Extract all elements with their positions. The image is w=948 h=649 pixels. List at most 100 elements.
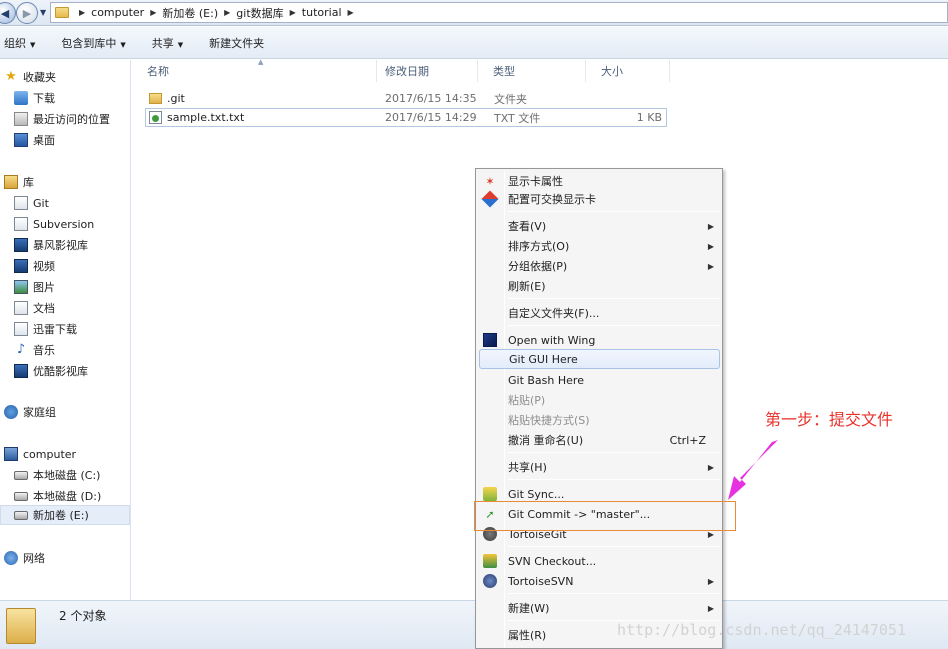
sidebar-item-music[interactable]: ♪ 音乐 xyxy=(14,340,55,360)
column-header-name[interactable]: 名称 ▲ xyxy=(132,58,377,82)
sidebar-item-label: 视频 xyxy=(33,260,55,273)
file-name: .git xyxy=(167,92,185,105)
sidebar-item-videos[interactable]: 视频 xyxy=(14,256,55,276)
sidebar-item-baofeng[interactable]: 暴风影视库 xyxy=(14,235,88,255)
document-icon xyxy=(14,301,28,315)
media-library-icon xyxy=(14,238,28,252)
menu-item-new[interactable]: 新建(W) ▶ xyxy=(479,598,720,618)
highlight-box xyxy=(474,501,736,531)
menu-item-label: 排序方式(O) xyxy=(508,240,570,253)
menu-item-label: 刷新(E) xyxy=(508,280,546,293)
sidebar-item-homegroup[interactable]: 家庭组 xyxy=(4,402,56,422)
sidebar-item-network[interactable]: 网络 xyxy=(4,548,45,568)
sidebar-item-pictures[interactable]: 图片 xyxy=(14,277,55,297)
include-in-library-button[interactable]: 包含到库中 ▼ xyxy=(61,35,125,51)
menu-item-label: 撤消 重命名(U) xyxy=(508,434,584,447)
chevron-right-icon[interactable]: ▶ xyxy=(150,8,156,17)
column-header-size[interactable]: 大小 xyxy=(586,60,670,82)
share-button[interactable]: 共享 ▼ xyxy=(152,35,183,51)
menu-separator xyxy=(508,325,720,326)
chevron-down-icon: ▼ xyxy=(30,40,36,49)
sidebar-item-drive-c[interactable]: 本地磁盘 (C:) xyxy=(14,465,100,485)
menu-item-open-with-wing[interactable]: Open with Wing xyxy=(479,330,720,350)
forward-arrow-icon[interactable]: ▶ xyxy=(16,2,38,24)
sidebar-item-desktop[interactable]: 桌面 xyxy=(14,130,55,150)
menu-item-sort-by[interactable]: 排序方式(O) ▶ xyxy=(479,236,720,256)
sidebar-item-xunlei[interactable]: 迅雷下载 xyxy=(14,319,77,339)
annotation-label: 第一步：提交文件 xyxy=(765,410,894,429)
menu-item-display-properties[interactable]: ✶ 显示卡属性 xyxy=(479,171,720,191)
sidebar-item-recent[interactable]: 最近访问的位置 xyxy=(14,109,110,129)
text-file-icon xyxy=(149,111,162,124)
new-folder-button[interactable]: 新建文件夹 xyxy=(209,35,264,51)
new-folder-label: 新建文件夹 xyxy=(209,36,265,50)
chevron-right-icon: ▶ xyxy=(707,603,714,613)
menu-separator xyxy=(508,211,720,212)
sidebar-item-youku[interactable]: 优酷影视库 xyxy=(14,361,88,381)
sidebar-item-drive-d[interactable]: 本地磁盘 (D:) xyxy=(14,486,101,506)
sidebar-item-label: 文档 xyxy=(33,302,55,315)
file-row-sample[interactable]: sample.txt.txt 2017/6/15 14:29 TXT 文件 1 … xyxy=(145,108,667,127)
chevron-down-icon: ▼ xyxy=(177,40,184,49)
back-arrow-icon[interactable]: ◀ xyxy=(0,2,16,24)
breadcrumb-computer[interactable]: computer xyxy=(91,6,144,19)
menu-item-share[interactable]: 共享(H) ▶ xyxy=(479,457,720,477)
column-header-date[interactable]: 修改日期 xyxy=(370,60,478,82)
chevron-down-icon: ▼ xyxy=(120,40,126,49)
sidebar-item-label: 优酷影视库 xyxy=(33,365,88,378)
menu-item-group-by[interactable]: 分组依据(P) ▶ xyxy=(479,256,720,276)
menu-item-tortoisesvn[interactable]: TortoiseSVN ▶ xyxy=(479,571,720,591)
menu-item-paste: 粘贴(P) xyxy=(479,390,720,410)
file-size: 1 KB xyxy=(636,111,662,124)
breadcrumb-git-db[interactable]: git数据库 xyxy=(236,5,283,21)
hard-disk-icon xyxy=(14,491,28,501)
sidebar-item-downloads[interactable]: 下载 xyxy=(14,88,55,108)
breadcrumb-tutorial[interactable]: tutorial xyxy=(302,6,342,19)
item-count: 2 个对象 xyxy=(59,609,107,623)
breadcrumb[interactable]: ▶ computer ▶ 新加卷 (E:) ▶ git数据库 ▶ tutoria… xyxy=(50,2,948,23)
menu-item-svn-checkout[interactable]: SVN Checkout... xyxy=(479,551,720,571)
organize-button[interactable]: 组织 ▼ xyxy=(4,35,35,51)
sidebar-item-documents[interactable]: 文档 xyxy=(14,298,55,318)
sidebar-item-drive-e[interactable]: 新加卷 (E:) xyxy=(0,505,130,525)
file-row-git[interactable]: .git 2017/6/15 14:35 文件夹 xyxy=(146,89,668,108)
history-dropdown-icon[interactable]: ▼ xyxy=(40,8,46,17)
menu-item-git-bash-here[interactable]: Git Bash Here xyxy=(479,370,720,390)
menu-item-undo-rename[interactable]: 撤消 重命名(U) Ctrl+Z xyxy=(479,430,720,450)
column-header-type[interactable]: 类型 xyxy=(478,60,586,82)
sidebar-item-libraries[interactable]: 库 xyxy=(4,172,34,192)
breadcrumb-drive-e[interactable]: 新加卷 (E:) xyxy=(162,5,218,21)
column-label: 类型 xyxy=(493,65,515,78)
menu-item-view[interactable]: 查看(V) ▶ xyxy=(479,216,720,236)
music-note-icon: ♪ xyxy=(16,342,26,357)
organize-label: 组织 xyxy=(4,36,26,50)
sidebar-item-label: 本地磁盘 (D:) xyxy=(33,490,102,503)
menu-item-refresh[interactable]: 刷新(E) xyxy=(479,276,720,296)
sidebar-item-computer[interactable]: computer xyxy=(4,444,76,464)
menu-item-customize-folder[interactable]: 自定义文件夹(F)... xyxy=(479,303,720,323)
annotation-arrow-icon xyxy=(728,440,778,500)
sidebar-item-git[interactable]: Git xyxy=(14,193,49,213)
sidebar-item-subversion[interactable]: Subversion xyxy=(14,214,94,234)
star-icon: ★ xyxy=(5,69,17,84)
sidebar-item-label: computer xyxy=(23,447,77,461)
menu-separator xyxy=(508,546,720,547)
file-type: 文件夹 xyxy=(494,92,527,106)
menu-item-git-gui-here[interactable]: Git GUI Here xyxy=(479,349,720,369)
library-folder-icon xyxy=(14,217,28,231)
menu-item-switchable-graphics[interactable]: 配置可交换显示卡 xyxy=(479,189,720,209)
sidebar-item-favorites[interactable]: ★ 收藏夹 xyxy=(4,67,56,87)
chevron-right-icon[interactable]: ▶ xyxy=(79,8,85,17)
sidebar-item-label: 家庭组 xyxy=(23,406,56,419)
chevron-right-icon: ▶ xyxy=(707,462,714,472)
chevron-right-icon[interactable]: ▶ xyxy=(224,8,230,17)
display-card-icon: ✶ xyxy=(485,174,495,188)
file-name-cell: sample.txt.txt xyxy=(149,111,244,124)
chevron-right-icon[interactable]: ▶ xyxy=(348,8,354,17)
sidebar-item-label: 迅雷下载 xyxy=(33,323,77,336)
column-label: 修改日期 xyxy=(385,65,429,78)
chevron-right-icon[interactable]: ▶ xyxy=(290,8,296,17)
desktop-icon xyxy=(14,133,28,147)
tortoisesvn-icon xyxy=(483,574,497,588)
sidebar-item-label: 暴风影视库 xyxy=(33,239,88,252)
